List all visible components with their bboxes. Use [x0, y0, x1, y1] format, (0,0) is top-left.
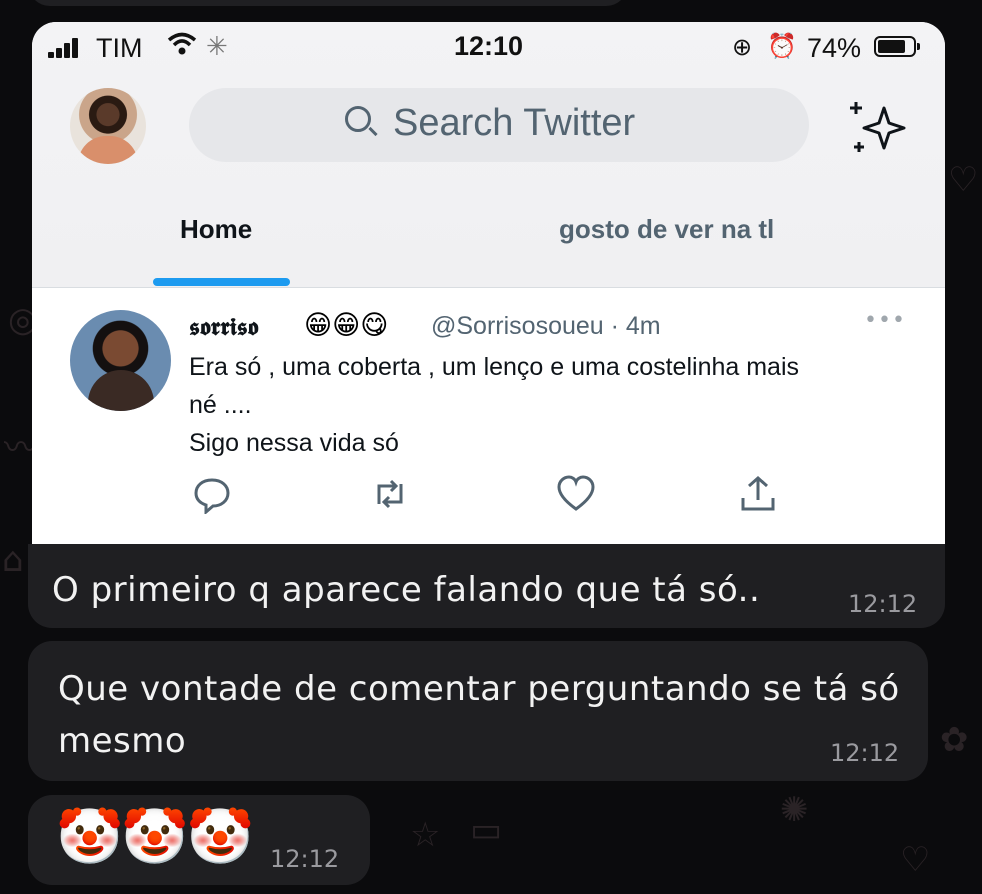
chat-message[interactable]: O primeiro q aparece falando que tá só..… — [28, 544, 945, 628]
chat-message[interactable]: Que vontade de comentar perguntando se t… — [28, 641, 928, 781]
message-text: Que vontade de comentar perguntando se t… — [58, 669, 900, 761]
twitter-header: TIM ✳ 12:10 ⊕ ⏰ 74% Search Twitter Home … — [32, 22, 945, 287]
background-doodle: ♡ — [900, 840, 931, 880]
like-icon[interactable] — [556, 474, 596, 514]
search-placeholder: Search Twitter — [393, 102, 636, 144]
message-time: 12:12 — [830, 739, 900, 767]
battery-percent: 74% — [807, 33, 862, 63]
message-time: 12:12 — [848, 590, 918, 618]
tweet-handle-time[interactable]: @Sorrisosoueu · 4m — [431, 312, 661, 341]
background-doodle: ⌂ — [2, 540, 24, 580]
search-bar[interactable]: Search Twitter — [189, 88, 809, 162]
previous-message-bubble — [28, 0, 628, 6]
profile-avatar[interactable] — [70, 88, 146, 164]
background-doodle: ♡ — [948, 160, 979, 200]
chat-message[interactable]: 🤡🤡🤡 12:12 — [28, 795, 370, 885]
divider — [32, 287, 945, 288]
tweet-text: Era só , uma coberta , um lenço e uma co… — [189, 353, 800, 457]
status-bar: TIM ✳ 12:10 ⊕ ⏰ 74% — [32, 22, 945, 72]
background-doodle: ✺ — [780, 790, 809, 830]
background-doodle: ☆ — [410, 815, 441, 855]
message-text: O primeiro q aparece falando que tá só.. — [52, 570, 761, 610]
active-tab-indicator — [153, 278, 290, 286]
rotation-lock-icon: ⊕ — [732, 34, 753, 61]
battery-icon — [874, 36, 920, 57]
alarm-icon: ⏰ — [767, 33, 797, 60]
tweet-author-avatar[interactable] — [70, 310, 171, 411]
clown-emojis: 🤡🤡🤡 — [56, 805, 254, 868]
twitter-screenshot[interactable]: TIM ✳ 12:10 ⊕ ⏰ 74% Search Twitter Home … — [32, 22, 945, 544]
background-doodle: ✿ — [940, 720, 969, 760]
tab-gosto-de-ver-na-tl[interactable]: gosto de ver na tl — [559, 214, 774, 245]
sparkle-icon[interactable] — [846, 96, 910, 160]
more-options-icon[interactable]: ••• — [864, 308, 906, 333]
message-time: 12:12 — [270, 845, 340, 873]
retweet-icon[interactable] — [370, 474, 410, 514]
share-icon[interactable] — [738, 474, 778, 514]
search-icon — [345, 106, 371, 132]
tweet-display-name[interactable]: 𝖘𝖔𝖗𝖗𝖎𝖘𝖔 — [189, 312, 258, 341]
reply-icon[interactable] — [192, 474, 232, 514]
background-doodle: ▭ — [470, 810, 503, 850]
tab-home[interactable]: Home — [180, 214, 252, 245]
tweet-name-emojis: 😁😁😋 — [304, 310, 389, 341]
